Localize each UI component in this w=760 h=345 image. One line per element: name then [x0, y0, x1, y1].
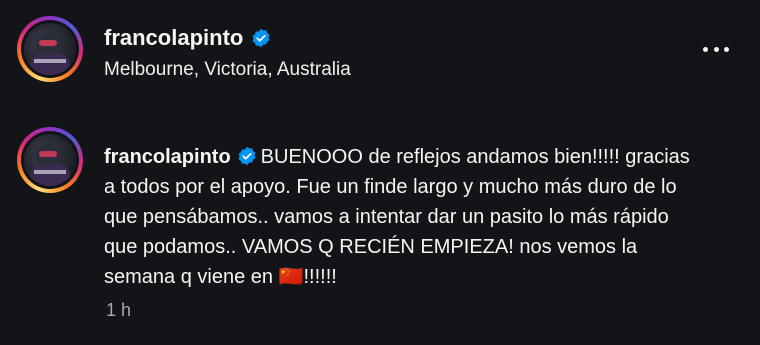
- header-username-row[interactable]: francolapinto: [104, 25, 271, 51]
- post-timestamp: 1 h: [106, 300, 132, 320]
- verified-badge-icon: [252, 28, 270, 48]
- more-options-icon[interactable]: [703, 44, 729, 54]
- caption-username[interactable]: francolapinto: [104, 146, 231, 168]
- profile-photo: [24, 23, 76, 75]
- profile-avatar[interactable]: [17, 16, 83, 82]
- verified-badge-icon: [238, 146, 256, 166]
- caption-avatar[interactable]: [17, 127, 83, 193]
- header-username[interactable]: francolapinto: [104, 25, 243, 51]
- location-link[interactable]: Melbourne, Victoria, Australia: [104, 59, 351, 81]
- post-caption: francolapinto BUENOOO de reflejos andamo…: [104, 142, 704, 292]
- caption-profile-photo: [24, 134, 76, 186]
